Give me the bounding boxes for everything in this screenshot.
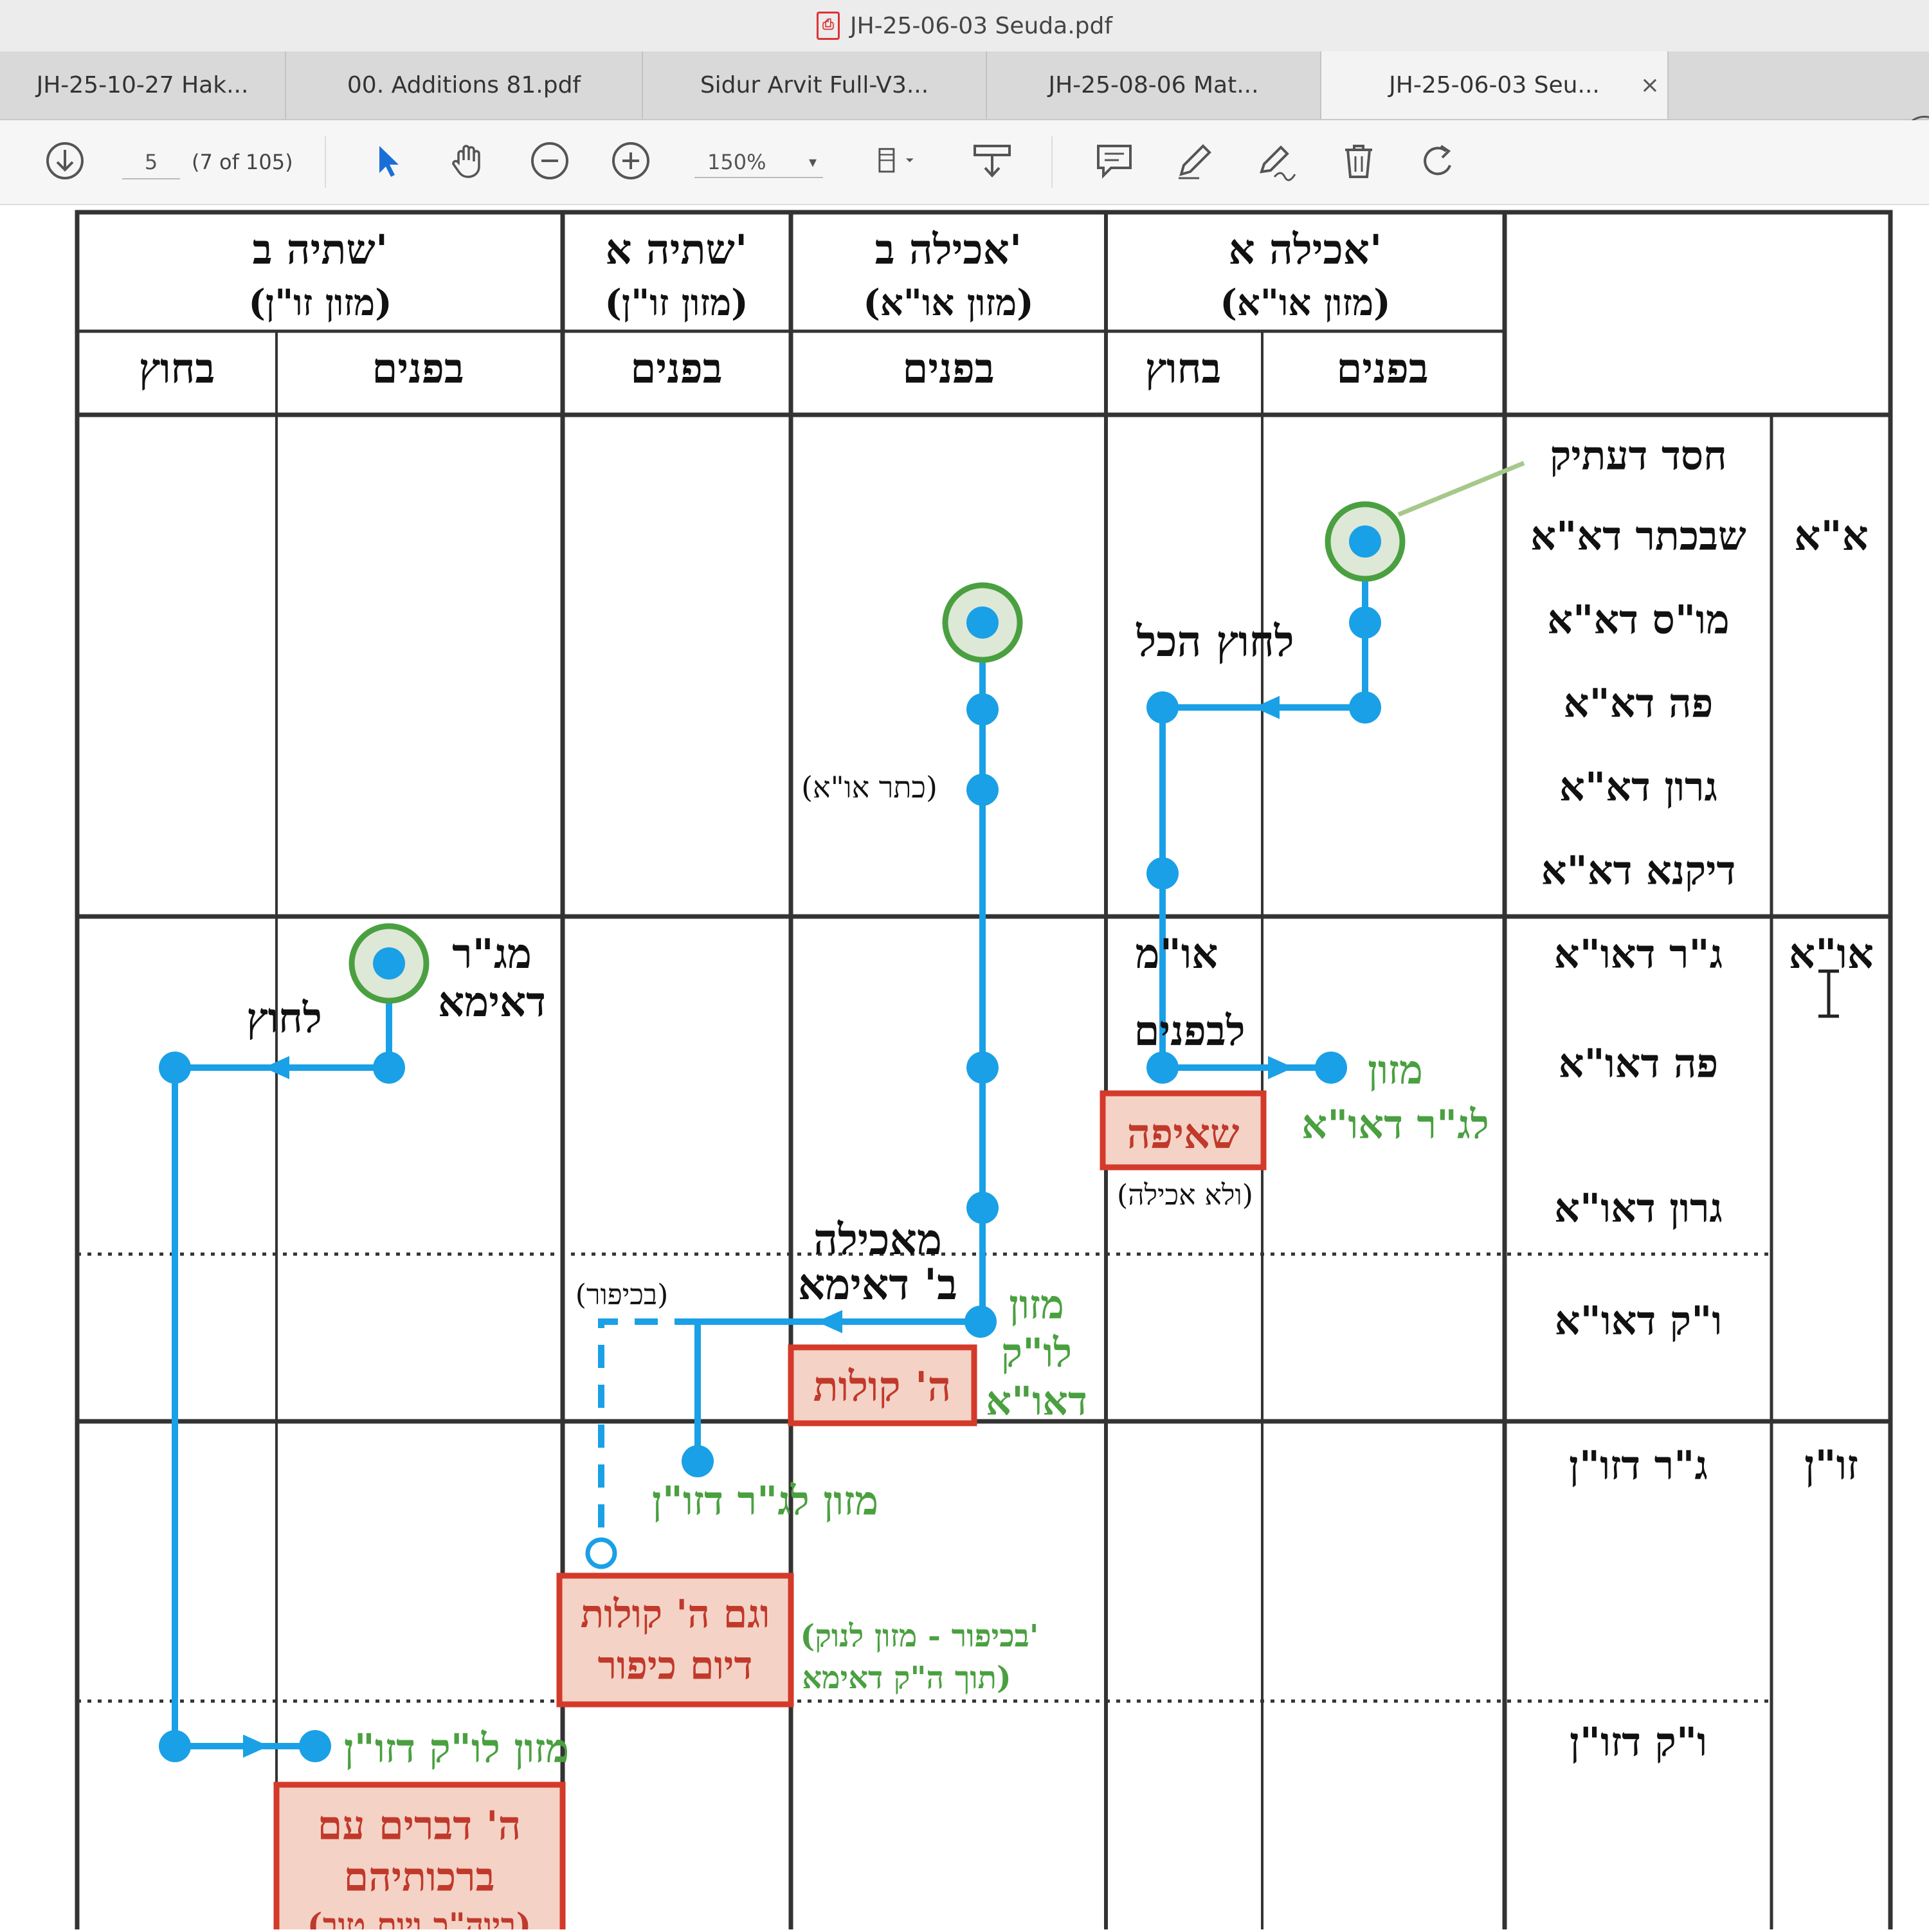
tab-label: Sidur Arvit Full-V3... [700, 72, 929, 98]
header-achila-2-sub: (מזון או"א) [863, 282, 1033, 324]
pen-icon[interactable] [1173, 140, 1216, 182]
pdf-file-icon: ⎙ [816, 12, 840, 40]
window-title: JH-25-06-03 Seuda.pdf [849, 12, 1113, 39]
label-kipur-note: (בכיפור - מזון לנוק' [800, 1618, 1038, 1654]
subheader-inside: בפנים [630, 345, 722, 393]
start-markers [349, 501, 1406, 1004]
tab-active[interactable]: JH-25-06-03 Seu... × [1321, 51, 1669, 119]
header-shtiya-2-sub: (מזון זו"ן) [248, 282, 392, 324]
label-lachutz: לחוץ [246, 994, 322, 1043]
scroll-icon[interactable] [971, 140, 1013, 182]
tab-label: JH-25-10-27 Hak... [36, 72, 249, 98]
subheader-inside: בפנים [902, 345, 994, 393]
toolbar: 5 (7 of 105) 150% ▾ [0, 120, 1929, 205]
label-magar-2: דאימא [438, 978, 546, 1026]
label-hey-devarim: ה' דברים עם [318, 1802, 521, 1849]
label-kipur-note-2: תוך ה"ק דאימא) [802, 1660, 1011, 1696]
label-mazon-vk-zon: מזון לו"ק דזו"ן [344, 1725, 569, 1772]
zoom-value: 150% [707, 150, 766, 174]
seuda-chart-table: אכילה א' (מזון או"א) אכילה ב' (מזון או"א… [75, 210, 1893, 1932]
trash-icon[interactable] [1337, 140, 1380, 182]
label-lifnim: לבפנים [1134, 1007, 1245, 1055]
row-label: מו"ס דא"א [1547, 596, 1730, 643]
label-mazon-vk-2: לו"ק [1001, 1329, 1072, 1376]
header-achila-1: אכילה א' [1229, 226, 1382, 274]
label-hey-kolot: ה' קולות [813, 1363, 952, 1411]
subheader-inside: בפנים [372, 345, 464, 393]
row-label: ו"ק דזו"ן [1570, 1718, 1707, 1765]
toolbar-divider [325, 136, 326, 188]
label-mazon-ao-2: לג"ר דאו"א [1301, 1101, 1489, 1148]
label-vegam-kolot: וגם ה' קולות [581, 1592, 770, 1637]
header-shtiya-1-sub: (מזון זו"ן) [604, 282, 748, 324]
window-titlebar: ⎙ JH-25-06-03 Seuda.pdf [0, 0, 1929, 51]
label-yom-kipur: דיום כיפור [598, 1643, 753, 1688]
row-label: דיקנא דא"א [1541, 847, 1736, 894]
tab-label: 00. Additions 81.pdf [347, 72, 581, 98]
row-label: גרון דאו"א [1554, 1185, 1723, 1232]
label-brachoteihem: ברכותיהם [344, 1854, 495, 1900]
subheader-outside: בחוץ [139, 345, 215, 393]
hand-icon[interactable] [447, 140, 489, 182]
label-bekipur: (בכיפור) [575, 1279, 669, 1311]
download-icon[interactable] [44, 140, 86, 182]
group-label-aa: א"א [1794, 512, 1869, 560]
close-tab-icon[interactable]: × [1640, 51, 1660, 119]
label-mazon-vk-3: דאו"א [986, 1378, 1087, 1425]
row-label: גרון דא"א [1559, 763, 1717, 810]
rotate-icon[interactable] [1418, 140, 1460, 182]
label-lachutz-hakol: לחוץ הכל [1136, 616, 1294, 666]
comment-icon[interactable] [1093, 140, 1136, 182]
chevron-down-icon: ▾ [808, 153, 817, 171]
fit-page-icon[interactable] [868, 140, 926, 182]
header-achila-1-sub: (מזון או"א) [1220, 282, 1390, 324]
select-arrow-icon[interactable] [367, 140, 409, 182]
zoom-out-icon[interactable] [529, 140, 571, 182]
header-shtiya-2: שתיה ב' [253, 226, 388, 274]
row-label: ג"ר דאו"א [1554, 931, 1723, 978]
header-achila-2: אכילה ב' [875, 226, 1022, 274]
tab-label: JH-25-06-03 Seu... [1389, 72, 1600, 98]
sign-icon[interactable] [1255, 140, 1298, 182]
row-label: פה דאו"א [1559, 1040, 1719, 1087]
label-mazon-ao: מזון [1368, 1046, 1423, 1093]
zoom-select[interactable]: 150% ▾ [694, 146, 823, 178]
label-yomtov: (ביוה"כ ויום טוב) [307, 1906, 531, 1929]
label-meachila-2: ב' דאימא [798, 1259, 957, 1309]
zoom-in-icon[interactable] [610, 140, 652, 182]
subheader-inside: בפנים [1336, 345, 1428, 393]
subheader-outside: בחוץ [1145, 345, 1221, 393]
label-velo-achila: (ולא אכילה) [1117, 1179, 1253, 1212]
page-number-input[interactable]: 5 [122, 146, 180, 179]
tab-4[interactable]: JH-25-08-06 Mat... [987, 51, 1321, 119]
row-label: ו"ק דאו"א [1555, 1297, 1723, 1344]
row-label: חסד דעתיק [1550, 432, 1727, 479]
row-label: שבכתר דא"א [1530, 513, 1746, 560]
tab-label: JH-25-08-06 Mat... [1048, 72, 1259, 98]
label-aom: או"מ [1136, 930, 1218, 978]
tab-3[interactable]: Sidur Arvit Full-V3... [643, 51, 987, 119]
label-meachila: מאכילה [813, 1214, 942, 1264]
label-mazon-vk: מזון [1009, 1281, 1064, 1328]
row-label: ג"ר דזו"ן [1569, 1442, 1708, 1489]
group-label-zon: זו"ן [1804, 1441, 1858, 1490]
header-shtiya-1: שתיה א' [606, 226, 748, 274]
pdf-page-viewport[interactable]: אכילה א' (מזון או"א) אכילה ב' (מזון או"א… [0, 205, 1929, 1932]
page-count: (7 of 105) [192, 150, 293, 174]
label-mazon-gr-zon: מזון לג"ר דזו"ן [652, 1477, 878, 1524]
toolbar-divider [1051, 136, 1053, 188]
row-label: פה דא"א [1564, 680, 1714, 727]
label-sheifa: שאיפה [1127, 1110, 1240, 1158]
flow-dot-open [585, 1537, 617, 1569]
label-magar: מג"ר [452, 930, 532, 978]
label-keter: (כתר או"א) [801, 770, 937, 805]
tab-2[interactable]: 00. Additions 81.pdf [286, 51, 643, 119]
tab-1[interactable]: JH-25-10-27 Hak... [0, 51, 286, 119]
tab-bar: JH-25-10-27 Hak... 00. Additions 81.pdf … [0, 51, 1929, 158]
